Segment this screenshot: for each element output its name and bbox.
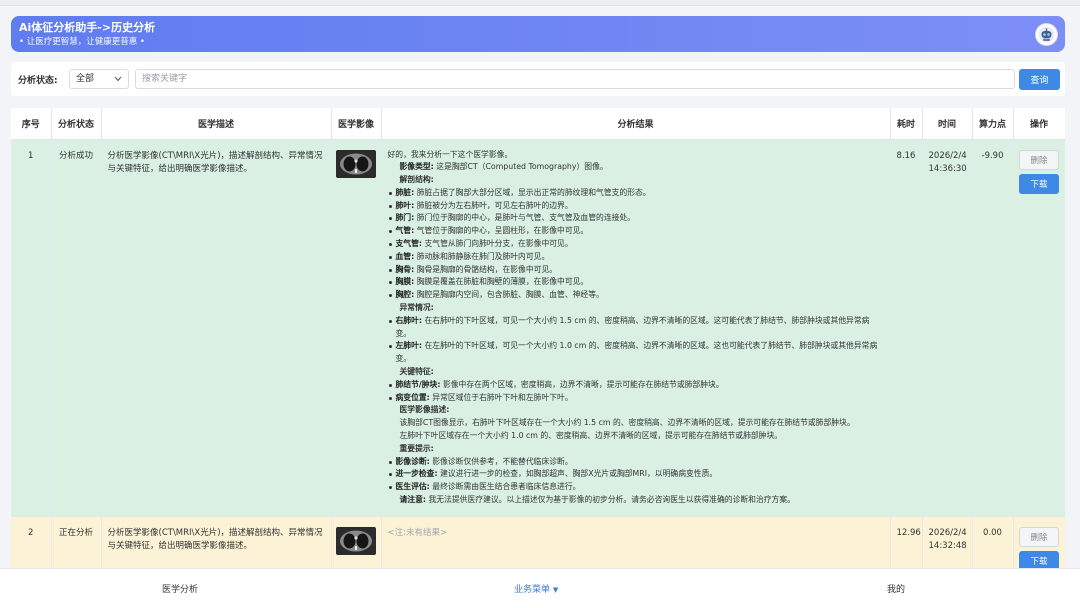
result-type: 影像类型: 这是胸部CT（Computed Tomography）图像。 (388, 161, 884, 174)
list-item: 气管: 气管位于胸廓的中心，呈圆柱形，在影像中可见。 (388, 225, 884, 238)
download-button[interactable]: 下载 (1019, 173, 1059, 194)
nav-medical-analysis[interactable]: 医学分析 (162, 582, 198, 595)
row-status: 分析成功 (51, 139, 102, 517)
row-date: 2026/2/4 (928, 527, 967, 538)
header-status: 分析状态 (51, 108, 102, 140)
row-date: 2026/2/4 (928, 150, 967, 161)
list-item: 血管: 肺动脉和肺静脉在肺门及肺叶内可见。 (388, 251, 884, 264)
table-header-row: 序号 分析状态 医学描述 医学影像 分析结果 耗时 时间 算力点 操作 (11, 108, 1065, 140)
status-filter-label: 分析状态: (18, 76, 58, 86)
header-result: 分析结果 (381, 108, 891, 140)
bottom-nav: 医学分析 业务菜单 ▼ 我的 (0, 568, 1080, 608)
delete-button[interactable]: 删除 (1019, 149, 1059, 170)
list-item: 影像诊断: 影像诊断仅供参考，不能替代临床诊断。 (388, 456, 884, 469)
header-image: 医学影像 (331, 108, 382, 140)
row-clock: 14:32:48 (928, 540, 967, 551)
row-time: 2026/2/4 14:36:30 (922, 139, 973, 517)
list-item: 肺门: 肺门位于胸廓的中心，是肺叶与气管、支气管及血管的连接处。 (388, 212, 884, 225)
result-type-text: 这是胸部CT（Computed Tomography）图像。 (436, 162, 608, 172)
row-result: <注:未有结果> (381, 516, 891, 570)
history-table-container[interactable]: 序号 分析状态 医学描述 医学影像 分析结果 耗时 时间 算力点 操作 1 分析… (11, 108, 1065, 570)
result-type-label: 影像类型: (399, 162, 434, 172)
row-index: 1 (11, 139, 52, 517)
list-item: 支气管: 支气管从肺门向肺叶分支，在影像中可见。 (388, 238, 884, 251)
row-image-cell (331, 139, 382, 517)
analysis-result-text: 好的，我来分析一下这个医学影像。 影像类型: 这是胸部CT（Computed T… (388, 149, 884, 507)
result-placeholder: <注:未有结果> (387, 527, 448, 538)
abnormal-list: 右肺叶: 在右肺叶的下叶区域，可见一个大小约 1.5 cm 的、密度稍高、边界不… (388, 315, 884, 366)
caret-down-icon: ▼ (552, 586, 559, 594)
list-item: 肺叶: 肺脏被分为左右肺叶，可见左右肺叶的边界。 (388, 200, 884, 213)
status-select-value: 全部 (76, 74, 95, 84)
row-actions: 删除 下载 (1013, 139, 1065, 517)
row-result: 好的，我来分析一下这个医学影像。 影像类型: 这是胸部CT（Computed T… (381, 139, 891, 517)
row-actions: 删除 下载 (1013, 516, 1065, 570)
list-item: 胸腔: 胸腔是胸廓内空间，包含肺脏、胸膜、血管、神经等。 (388, 289, 884, 302)
page-subtitle: • 让医疗更智慧，让健康更普惠 • (19, 37, 145, 47)
anatomy-title: 解剖结构: (399, 175, 434, 185)
status-select[interactable]: 全部 (69, 69, 129, 89)
list-item: 肺结节/肿块: 影像中存在两个区域，密度稍高，边界不清晰，提示可能存在肺结节或肺… (388, 379, 884, 392)
header-description: 医学描述 (101, 108, 332, 140)
header-points: 算力点 (972, 108, 1014, 140)
nav-business-menu[interactable]: 业务菜单 ▼ (514, 582, 558, 595)
nav-mine[interactable]: 我的 (887, 582, 905, 595)
row-status: 正在分析 (51, 516, 102, 570)
row-duration: 8.16 (890, 139, 923, 517)
tips-title: 重要提示: (399, 443, 434, 453)
nav-business-menu-label: 业务菜单 (514, 585, 551, 595)
query-button[interactable]: 查询 (1019, 69, 1060, 90)
chevron-down-icon (114, 76, 122, 82)
header-duration: 耗时 (890, 108, 923, 140)
robot-avatar-icon[interactable] (1035, 23, 1058, 46)
top-strip (0, 0, 1080, 6)
list-item: 病变位置: 异常区域位于右肺叶下叶和左肺叶下叶。 (388, 392, 884, 405)
header-actions: 操作 (1013, 108, 1065, 140)
ct-scan-thumbnail[interactable] (336, 526, 376, 555)
row-time: 2026/2/4 14:32:48 (922, 516, 973, 570)
list-item: 左肺叶: 在左肺叶的下叶区域，可见一个大小约 1.0 cm 的、密度稍高、边界不… (388, 340, 884, 366)
image-description-line2: 左肺叶下叶区域存在一个大小约 1.0 cm 的、密度稍高、边界不清晰的区域，提示… (399, 431, 783, 441)
row-description: 分析医学影像(CT\MRI\X光片)，描述解剖结构、异常情况与关键特征，给出明确… (101, 516, 332, 570)
anatomy-list: 肺脏: 肺脏占据了胸部大部分区域，显示出正常的肺纹理和气管支的形态。 肺叶: 肺… (388, 187, 884, 302)
row-clock: 14:36:30 (928, 163, 967, 174)
filter-bar: 分析状态: 全部 查询 (11, 62, 1065, 96)
row-points: 0.00 (972, 516, 1014, 570)
row-description: 分析医学影像(CT\MRI\X光片)，描述解剖结构、异常情况与关键特征，给出明确… (101, 139, 332, 517)
key-features-title: 关键特征: (399, 367, 434, 377)
list-item: 右肺叶: 在右肺叶的下叶区域，可见一个大小约 1.5 cm 的、密度稍高、边界不… (388, 315, 884, 341)
image-description-line1: 该胸部CT图像显示，右肺叶下叶区域存在一个大小约 1.5 cm 的、密度稍高、边… (399, 418, 855, 428)
result-intro: 好的，我来分析一下这个医学影像。 (387, 149, 513, 159)
page-title: Ai体征分析助手->历史分析 (19, 21, 156, 34)
ct-scan-thumbnail[interactable] (336, 149, 376, 178)
key-features-list: 肺结节/肿块: 影像中存在两个区域，密度稍高，边界不清晰，提示可能存在肺结节或肺… (388, 379, 884, 405)
tips-list: 影像诊断: 影像诊断仅供参考，不能替代临床诊断。 进一步检查: 建议进行进一步的… (388, 456, 884, 494)
header-banner: Ai体征分析助手->历史分析 • 让医疗更智慧，让健康更普惠 • (11, 16, 1065, 52)
search-input[interactable] (135, 69, 1015, 89)
row-image-cell (331, 516, 382, 570)
table-row: 1 分析成功 分析医学影像(CT\MRI\X光片)，描述解剖结构、异常情况与关键… (11, 139, 1065, 517)
table-row: 2 正在分析 分析医学影像(CT\MRI\X光片)，描述解剖结构、异常情况与关键… (11, 516, 1065, 570)
result-note-label: 请注意: (399, 495, 427, 505)
abnormal-title: 异常情况: (399, 303, 434, 313)
list-item: 胸骨: 胸骨是胸廓的骨骼结构，在影像中可见。 (388, 264, 884, 277)
delete-button[interactable]: 删除 (1019, 526, 1059, 547)
header-time: 时间 (922, 108, 973, 140)
list-item: 进一步检查: 建议进行进一步的检查，如胸部超声、胸部X光片或胸部MRI，以明确病… (388, 468, 884, 481)
image-description-title: 医学影像描述: (399, 405, 450, 415)
row-index: 2 (11, 516, 52, 570)
result-note: 请注意: 我无法提供医疗建议。以上描述仅为基于影像的初步分析。请务必咨询医生以获… (388, 494, 884, 507)
list-item: 肺脏: 肺脏占据了胸部大部分区域，显示出正常的肺纹理和气管支的形态。 (388, 187, 884, 200)
row-duration: 12.96 (890, 516, 923, 570)
result-note-text: 我无法提供医疗建议。以上描述仅为基于影像的初步分析。请务必咨询医生以获得准确的诊… (428, 495, 795, 505)
header-index: 序号 (11, 108, 52, 140)
row-points: -9.90 (972, 139, 1014, 517)
history-table: 序号 分析状态 医学描述 医学影像 分析结果 耗时 时间 算力点 操作 1 分析… (11, 108, 1065, 570)
list-item: 医生评估: 最终诊断需由医生结合患者临床信息进行。 (388, 481, 884, 494)
list-item: 胸膜: 胸膜是覆盖在肺脏和胸壁的薄膜，在影像中可见。 (388, 276, 884, 289)
